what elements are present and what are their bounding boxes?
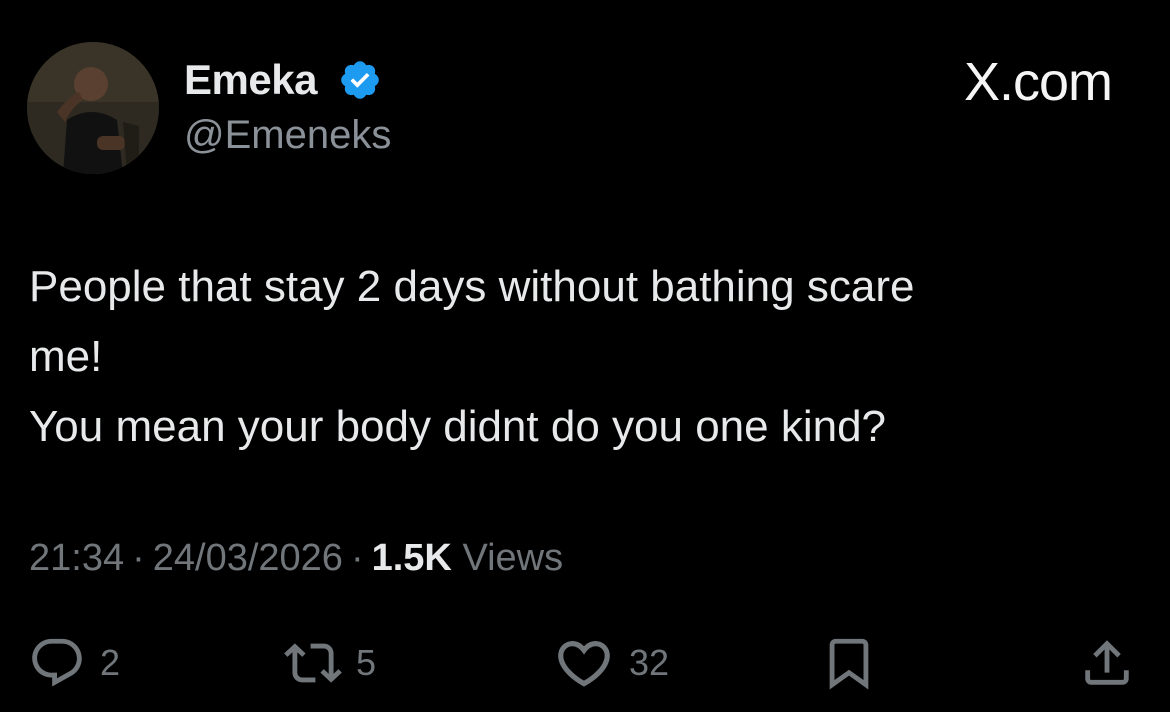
like-count: 32 <box>629 642 670 683</box>
author-handle[interactable]: @Emeneks <box>184 111 391 159</box>
like-button[interactable]: 32 <box>553 628 669 698</box>
views-label: Views <box>462 537 564 579</box>
tweet-actions: 2 5 32 <box>0 628 1170 698</box>
meta-separator: · <box>350 537 364 579</box>
reply-icon <box>32 638 82 687</box>
share-button[interactable] <box>1078 628 1136 698</box>
repost-button[interactable]: 5 <box>284 628 376 698</box>
verified-badge-icon <box>341 61 379 99</box>
tweet-line: People that stay 2 days without bathing … <box>29 262 915 311</box>
reply-count: 2 <box>100 642 121 683</box>
bookmark-icon <box>829 638 869 690</box>
avatar-photo <box>27 42 159 174</box>
brand-label: X.com <box>963 52 1113 112</box>
repost-count: 5 <box>356 642 377 683</box>
tweet-text: People that stay 2 days without bathing … <box>29 252 1129 462</box>
reply-button[interactable]: 2 <box>28 628 120 698</box>
views-count: 1.5K <box>371 537 452 579</box>
avatar[interactable] <box>27 42 159 174</box>
author-display-name[interactable]: Emeka <box>184 55 317 105</box>
share-icon <box>1085 640 1129 685</box>
heart-icon <box>558 641 610 687</box>
tweet-line: You mean your body didnt do you one kind… <box>29 402 887 451</box>
tweet-meta: 21:34 · 24/03/2026 · 1.5K Views <box>29 533 563 583</box>
repost-icon <box>284 643 342 683</box>
tweet-time[interactable]: 21:34 <box>29 537 124 579</box>
meta-separator: · <box>132 537 145 579</box>
bookmark-button[interactable] <box>820 628 878 698</box>
tweet-line: me! <box>29 332 103 381</box>
tweet-date[interactable]: 24/03/2026 <box>153 537 343 579</box>
